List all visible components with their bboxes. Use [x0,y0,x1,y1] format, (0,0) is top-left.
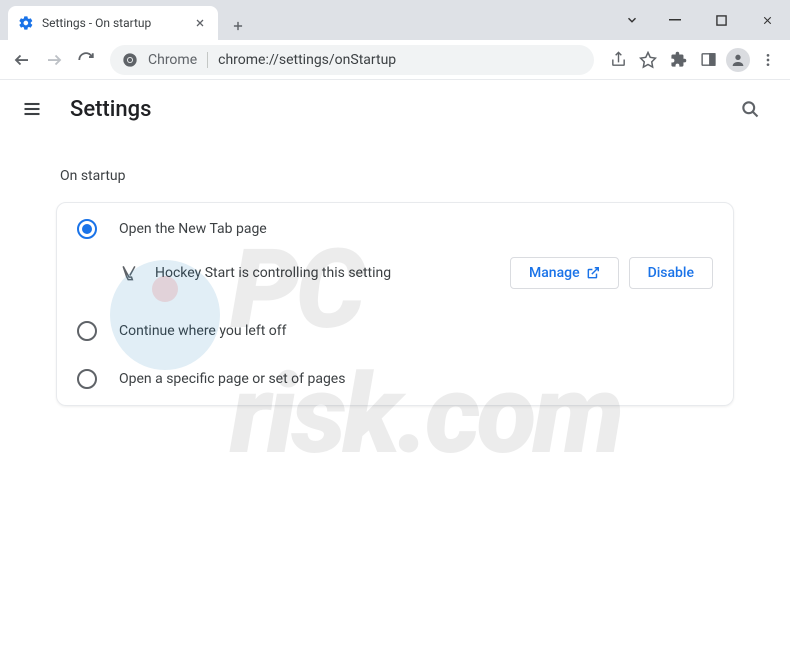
window-titlebar: Settings - On startup [0,0,790,40]
option-new-tab[interactable]: Open the New Tab page [57,205,733,253]
window-close-button[interactable] [744,0,790,40]
extensions-button[interactable] [664,46,692,74]
chrome-menu-button[interactable] [754,46,782,74]
option-label: Open a specific page or set of pages [119,371,345,387]
browser-tab[interactable]: Settings - On startup [8,6,218,40]
radio-selected-icon[interactable] [77,219,97,239]
gear-icon [18,15,34,31]
tab-search-button[interactable] [612,0,652,40]
search-settings-button[interactable] [738,97,762,121]
option-continue[interactable]: Continue where you left off [57,307,733,355]
disable-button-label: Disable [648,265,694,281]
disable-button[interactable]: Disable [629,257,713,289]
settings-header: Settings [0,80,790,138]
minimize-button[interactable] [652,0,698,40]
toolbar-right [604,46,782,74]
extension-buttons: Manage Disable [510,257,713,289]
profile-button[interactable] [724,46,752,74]
share-button[interactable] [604,46,632,74]
back-button[interactable] [8,46,36,74]
tab-strip: Settings - On startup [0,0,612,40]
new-tab-button[interactable] [224,12,252,40]
page-title: Settings [70,97,712,122]
url-scheme-label: Chrome [148,52,197,68]
section-title: On startup [60,168,734,184]
extension-notice: Hockey Start is controlling this setting… [57,253,733,307]
avatar-icon [726,48,750,72]
sidepanel-button[interactable] [694,46,722,74]
chrome-logo-icon [122,52,138,68]
reload-button[interactable] [72,46,100,74]
startup-options-card: Open the New Tab page Hockey Start is co… [56,202,734,406]
maximize-button[interactable] [698,0,744,40]
content-area: On startup Open the New Tab page Hockey … [0,168,790,406]
option-specific-pages[interactable]: Open a specific page or set of pages [57,355,733,403]
window-controls [612,0,790,40]
address-bar[interactable]: Chrome chrome://settings/onStartup [110,45,594,75]
url-text: chrome://settings/onStartup [218,52,396,68]
browser-toolbar: Chrome chrome://settings/onStartup [0,40,790,80]
radio-unselected-icon[interactable] [77,321,97,341]
menu-button[interactable] [20,97,44,121]
bookmark-button[interactable] [634,46,662,74]
external-link-icon [586,266,600,280]
close-icon[interactable] [192,15,208,31]
option-label: Open the New Tab page [119,221,267,237]
manage-button-label: Manage [529,265,580,281]
hockey-sticks-icon [119,263,139,283]
omnibox-divider [207,52,208,68]
tab-title: Settings - On startup [42,16,184,30]
extension-message: Hockey Start is controlling this setting [155,265,494,281]
radio-unselected-icon[interactable] [77,369,97,389]
option-label: Continue where you left off [119,323,287,339]
forward-button[interactable] [40,46,68,74]
manage-button[interactable]: Manage [510,257,619,289]
